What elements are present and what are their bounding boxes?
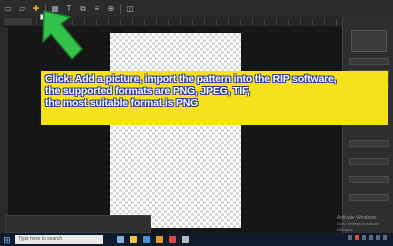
callout-line-3: the most suitable format is PNG [45,97,199,109]
align-icon[interactable]: ≡ [92,4,102,14]
taskbar-app-icon[interactable] [156,236,163,243]
tray-icon[interactable] [348,235,352,240]
taskbar-app-icon[interactable] [117,236,124,243]
preview-thumbnail [351,30,387,52]
layers-icon[interactable]: ◫ [125,4,135,14]
status-panel [5,215,151,233]
property-field[interactable] [349,58,389,65]
open-folder-icon[interactable]: ▱ [17,4,27,14]
tray-icon[interactable] [362,235,366,240]
callout-line-2: the supported formats are PNG, JPEG, TIF… [45,85,250,97]
taskbar-app-icon[interactable] [182,236,189,243]
taskbar-search-input[interactable]: Type here to search [15,235,103,244]
windows-start-icon[interactable]: ⊞ [2,235,12,245]
taskbar-app-icons [117,236,189,243]
zoom-icon[interactable]: ⊕ [106,4,116,14]
green-pointer-arrow-icon [42,10,83,60]
tray-icon[interactable] [383,235,387,240]
new-file-icon[interactable]: ▭ [3,4,13,14]
tray-icon[interactable] [355,235,359,240]
instruction-callout: Click: Add a picture, import the pattern… [41,71,388,125]
taskbar-app-icon[interactable] [169,236,176,243]
vertical-ruler [0,27,8,233]
property-field[interactable] [349,176,389,183]
tray-icon[interactable] [369,235,373,240]
document-tab[interactable] [4,18,32,25]
watermark-subtitle: Go to Settings to activate Windows. [337,222,380,232]
taskbar-app-icon[interactable] [143,236,150,243]
property-field[interactable] [349,158,389,165]
windows-taskbar: ⊞ Type here to search [0,233,393,246]
system-tray [348,235,387,240]
activate-windows-watermark: Activate Windows Go to Settings to activ… [337,215,393,233]
toolbar-divider [120,3,121,14]
transparent-artboard[interactable] [110,33,241,228]
taskbar-app-icon[interactable] [130,236,137,243]
callout-line-1: Click: Add a picture, import the pattern… [45,73,337,85]
property-field[interactable] [349,194,389,201]
property-field[interactable] [349,140,389,147]
tray-icon[interactable] [376,235,380,240]
